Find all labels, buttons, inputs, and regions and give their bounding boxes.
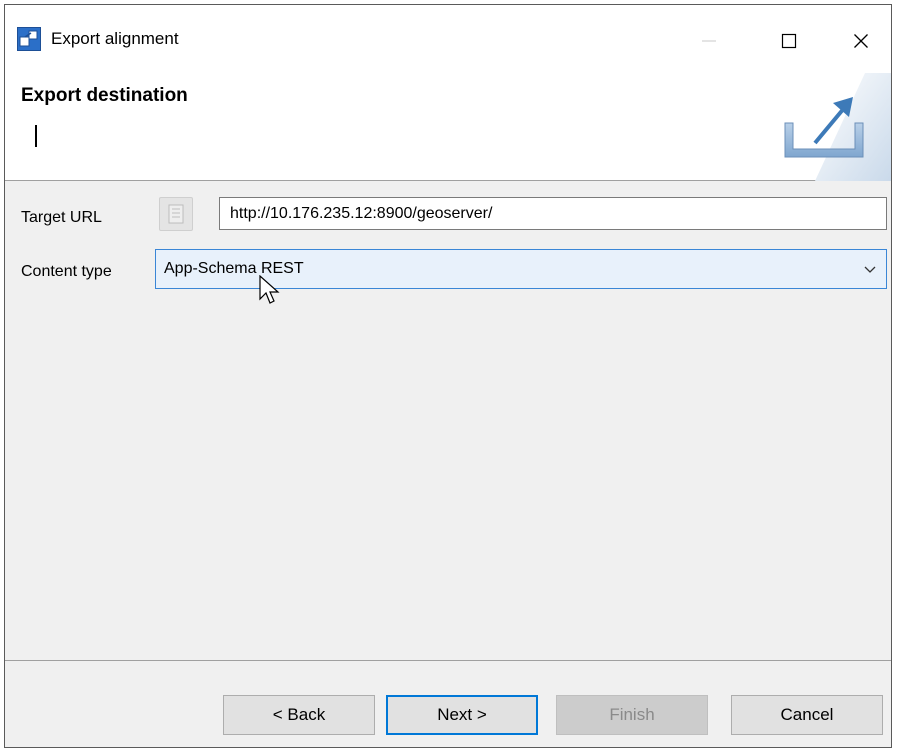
window-title: Export alignment <box>51 29 179 48</box>
wizard-banner: Export destination <box>5 73 891 181</box>
mouse-pointer-icon <box>259 275 280 304</box>
next-button[interactable]: Next > <box>386 695 538 735</box>
chevron-down-icon <box>864 266 876 273</box>
cancel-button[interactable]: Cancel <box>731 695 883 735</box>
maximize-icon <box>781 33 797 49</box>
close-icon <box>854 34 868 48</box>
minimize-button[interactable] <box>681 19 737 63</box>
target-url-input[interactable] <box>219 197 887 230</box>
text-cursor <box>35 125 37 147</box>
footer-separator <box>5 660 891 661</box>
export-alignment-dialog: Export alignment Export destination Targ… <box>4 4 892 748</box>
page-title: Export destination <box>21 85 188 106</box>
maximize-button[interactable] <box>761 19 817 63</box>
title-bar[interactable]: Export alignment <box>5 5 891 73</box>
export-icon <box>784 73 891 181</box>
target-url-label: Target URL <box>21 209 102 226</box>
close-button[interactable] <box>833 19 889 63</box>
back-button[interactable]: < Back <box>223 695 375 735</box>
app-icon <box>17 27 41 51</box>
list-icon <box>168 204 184 224</box>
finish-button[interactable]: Finish <box>556 695 708 735</box>
browse-button[interactable] <box>159 197 193 231</box>
minimize-icon <box>702 40 716 42</box>
content-type-label: Content type <box>21 263 112 280</box>
